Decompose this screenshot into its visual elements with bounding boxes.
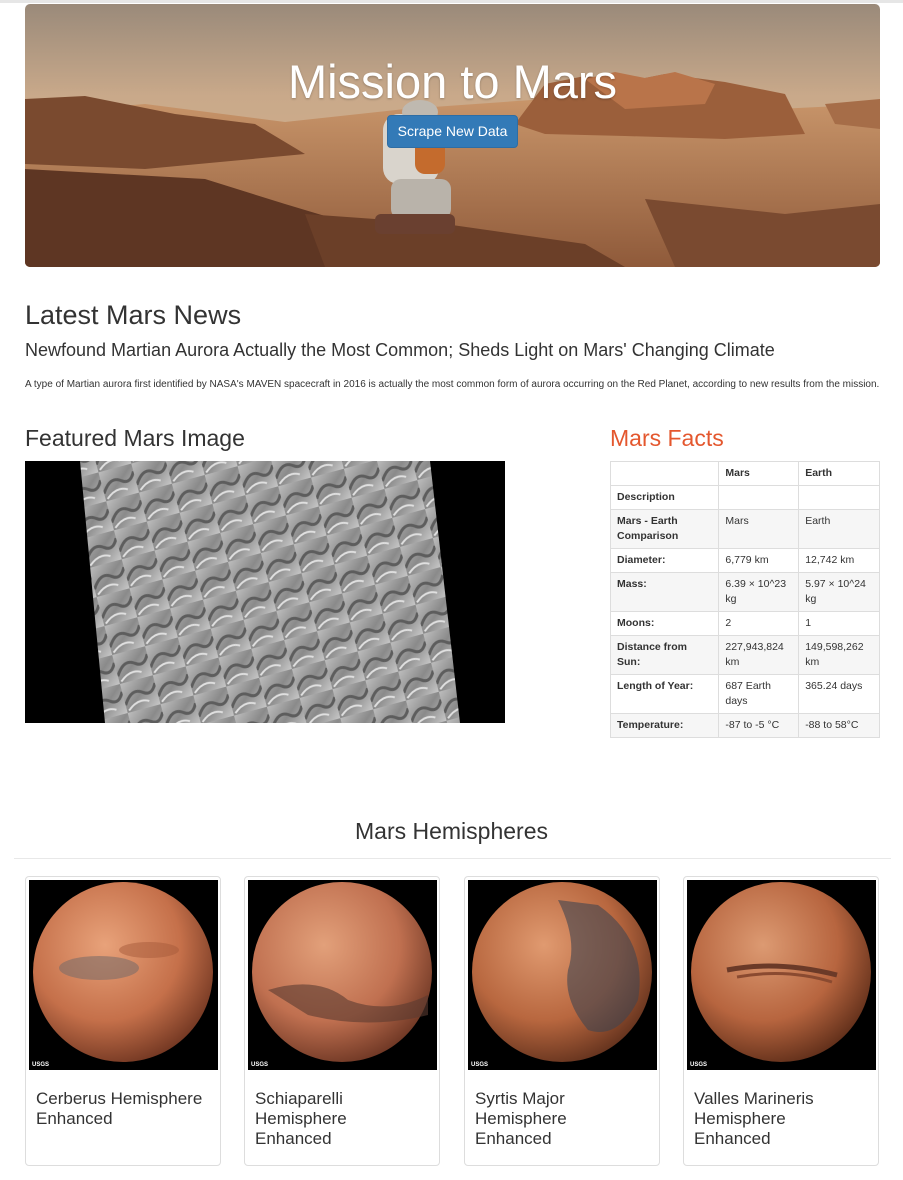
facts-earth-value: 1 <box>798 611 880 636</box>
facts-earth-value <box>798 485 880 510</box>
facts-mars-value: 227,943,824 km <box>718 635 800 675</box>
hemisphere-card-syrtis-major[interactable]: USGS Syrtis Major Hemisphere Enhanced <box>464 876 660 1166</box>
featured-image-heading: Featured Mars Image <box>25 425 245 451</box>
facts-mars-value: Mars <box>718 509 800 549</box>
hero-banner: Mission to Mars Scrape New Data <box>25 4 880 267</box>
hemisphere-title[interactable]: Schiaparelli Hemisphere Enhanced <box>255 1089 425 1149</box>
facts-row: Distance from Sun: 227,943,824 km 149,59… <box>609 635 880 675</box>
scrape-new-data-button[interactable]: Scrape New Data <box>387 115 518 148</box>
facts-earth-value: 365.24 days <box>798 674 880 714</box>
hemisphere-image[interactable]: USGS <box>248 880 437 1070</box>
facts-earth-value: Earth <box>798 509 880 549</box>
latest-news-heading: Latest Mars News <box>25 300 242 330</box>
facts-row-label: Temperature: <box>609 713 720 738</box>
facts-row: Temperature: -87 to -5 °C -88 to 58°C <box>609 713 880 738</box>
news-headline: Newfound Martian Aurora Actually the Mos… <box>25 340 775 360</box>
usgs-logo: USGS <box>471 1062 489 1068</box>
facts-row: Mars - Earth Comparison Mars Earth <box>609 509 880 549</box>
facts-mars-value: -87 to -5 °C <box>718 713 800 738</box>
facts-row-label: Length of Year: <box>609 674 720 714</box>
facts-earth-value: 12,742 km <box>798 548 880 573</box>
page-title: Mission to Mars <box>287 55 618 108</box>
hemisphere-image[interactable]: USGS <box>687 880 876 1070</box>
section-divider <box>14 858 891 859</box>
usgs-logo: USGS <box>690 1062 708 1068</box>
mars-facts-heading: Mars Facts <box>610 425 724 451</box>
facts-row-label: Distance from Sun: <box>609 635 720 675</box>
usgs-logo: USGS <box>251 1062 269 1068</box>
hemisphere-title[interactable]: Valles Marineris Hemisphere Enhanced <box>694 1089 864 1149</box>
facts-header-row: Mars Earth <box>609 461 880 486</box>
news-paragraph: A type of Martian aurora first identifie… <box>25 379 880 390</box>
facts-mars-value <box>718 485 800 510</box>
hemisphere-card-cerberus[interactable]: USGS Cerberus Hemisphere Enhanced <box>25 876 221 1166</box>
facts-row: Diameter: 6,779 km 12,742 km <box>609 548 880 573</box>
mars-facts-table: Mars Earth Description Mars - Earth Comp… <box>609 461 880 738</box>
facts-row-label: Mass: <box>609 572 720 612</box>
facts-mars-value: 6,779 km <box>718 548 800 573</box>
hemisphere-card-valles-marineris[interactable]: USGS Valles Marineris Hemisphere Enhance… <box>683 876 879 1166</box>
hemisphere-image[interactable]: USGS <box>468 880 657 1070</box>
facts-row-label: Diameter: <box>609 548 720 573</box>
facts-col-header <box>609 461 720 486</box>
facts-row-label: Moons: <box>609 611 720 636</box>
facts-row-label: Mars - Earth Comparison <box>609 509 720 549</box>
hemisphere-image[interactable]: USGS <box>29 880 218 1070</box>
featured-mars-image <box>25 461 505 723</box>
facts-earth-value: 5.97 × 10^24 kg <box>798 572 880 612</box>
facts-col-header: Mars <box>718 461 800 486</box>
facts-row-label: Description <box>609 485 720 510</box>
facts-earth-value: -88 to 58°C <box>798 713 880 738</box>
facts-row: Mass: 6.39 × 10^23 kg 5.97 × 10^24 kg <box>609 572 880 612</box>
usgs-logo: USGS <box>32 1062 50 1068</box>
facts-mars-value: 687 Earth days <box>718 674 800 714</box>
top-border <box>0 0 903 3</box>
facts-mars-value: 2 <box>718 611 800 636</box>
hemispheres-heading: Mars Hemispheres <box>355 818 548 844</box>
facts-row: Moons: 2 1 <box>609 611 880 636</box>
facts-earth-value: 149,598,262 km <box>798 635 880 675</box>
hemisphere-title[interactable]: Syrtis Major Hemisphere Enhanced <box>475 1089 645 1149</box>
facts-row: Length of Year: 687 Earth days 365.24 da… <box>609 674 880 714</box>
facts-mars-value: 6.39 × 10^23 kg <box>718 572 800 612</box>
facts-row: Description <box>609 485 880 510</box>
hemisphere-title[interactable]: Cerberus Hemisphere Enhanced <box>36 1089 206 1129</box>
facts-col-header: Earth <box>798 461 880 486</box>
hemisphere-card-schiaparelli[interactable]: USGS Schiaparelli Hemisphere Enhanced <box>244 876 440 1166</box>
